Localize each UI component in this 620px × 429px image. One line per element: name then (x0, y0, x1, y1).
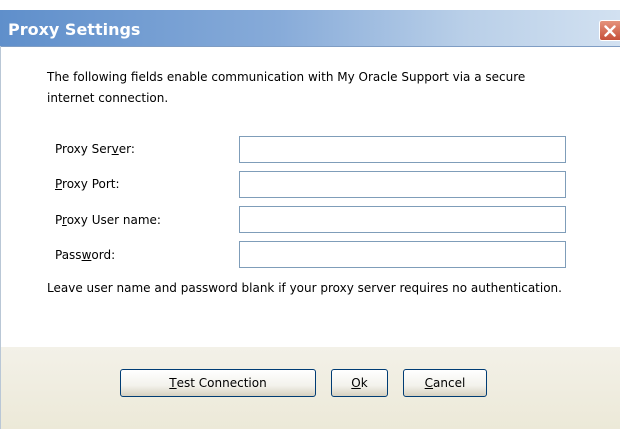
proxy-user-name-input[interactable] (239, 206, 566, 233)
proxy-server-mnemonic: v (111, 142, 119, 156)
password-input[interactable] (239, 241, 566, 268)
intro-line-2: internet connection. (47, 91, 169, 105)
title-bar[interactable]: Proxy Settings (0, 10, 620, 47)
proxy-settings-dialog: Proxy Settings The following fields enab… (0, 0, 620, 429)
proxy-port-input[interactable] (239, 171, 566, 198)
intro-line-1: The following fields enable communicatio… (47, 70, 526, 84)
proxy-port-mnemonic: P (55, 177, 63, 191)
test-connection-button[interactable]: Test Connection (120, 369, 316, 397)
intro-text: The following fields enable communicatio… (47, 67, 587, 109)
close-button[interactable] (599, 20, 620, 41)
close-icon (604, 25, 616, 37)
password-label: Password: (55, 248, 116, 262)
password-mnemonic: w (81, 248, 92, 262)
dialog-title: Proxy Settings (8, 20, 141, 39)
proxy-server-label: Proxy Server: (55, 142, 135, 156)
proxy-user-name-label: Proxy User name: (55, 213, 161, 227)
proxy-port-label: Proxy Port: (55, 177, 120, 191)
ok-button[interactable]: Ok (331, 369, 388, 397)
proxy-server-input[interactable] (239, 136, 566, 163)
authentication-note: Leave user name and password blank if yo… (47, 281, 562, 295)
cancel-button[interactable]: Cancel (403, 369, 487, 397)
